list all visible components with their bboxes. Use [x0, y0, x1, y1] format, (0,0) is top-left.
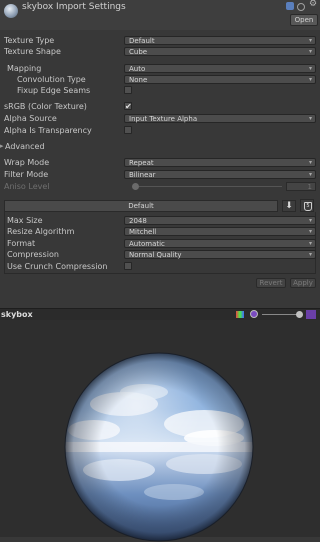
filter-mode-value: Bilinear — [129, 171, 156, 179]
chevron-down-icon: ▾ — [308, 65, 312, 72]
html5-icon: 5 — [304, 202, 312, 211]
texture-shape-value: Cube — [129, 48, 148, 56]
texture-type-dropdown[interactable]: Default ▾ — [124, 36, 316, 45]
resize-algorithm-value: Mitchell — [129, 228, 157, 236]
html5-platform-tab[interactable]: 5 — [300, 199, 314, 212]
inspector-title: skybox Import Settings — [22, 2, 126, 12]
chevron-down-icon: ▾ — [308, 171, 312, 178]
aniso-level-row: Aniso Level 1 — [0, 181, 320, 192]
texture-type-value: Default — [129, 37, 155, 45]
foldout-arrow-icon: ▸ — [0, 142, 4, 150]
preview-area[interactable] — [0, 320, 320, 542]
srgb-row: sRGB (Color Texture) ✔ — [0, 101, 320, 112]
alpha-channel-icon[interactable] — [250, 310, 258, 318]
srgb-checkbox[interactable]: ✔ — [124, 102, 132, 111]
chevron-down-icon: ▾ — [308, 240, 312, 247]
rgb-channel-icon[interactable] — [236, 311, 244, 318]
aniso-level-slider-handle — [132, 183, 139, 190]
platform-tab-label: Default — [128, 202, 154, 210]
advanced-label: Advanced — [5, 142, 45, 151]
compression-value: Normal Quality — [129, 251, 182, 259]
filter-mode-row: Filter Mode Bilinear ▾ — [0, 169, 320, 180]
alpha-source-row: Alpha Source Input Texture Alpha ▾ — [0, 113, 320, 124]
preview-toolbar: skybox — [0, 308, 320, 320]
max-size-value: 2048 — [129, 217, 147, 225]
texture-shape-dropdown[interactable]: Cube ▾ — [124, 47, 316, 56]
mip-level-slider-handle[interactable] — [296, 311, 303, 318]
max-size-row: Max Size 2048 ▾ — [0, 215, 320, 226]
fixup-edge-seams-label: Fixup Edge Seams — [17, 86, 91, 95]
apply-button[interactable]: Apply — [290, 278, 316, 288]
filter-mode-dropdown[interactable]: Bilinear ▾ — [124, 170, 316, 179]
chevron-down-icon: ▾ — [308, 159, 312, 166]
open-button[interactable]: Open — [290, 14, 318, 26]
skybox-sphere-preview — [64, 352, 254, 542]
compression-row: Compression Normal Quality ▾ — [0, 249, 320, 260]
help-icon[interactable] — [286, 2, 294, 10]
chevron-down-icon: ▾ — [308, 76, 312, 83]
mapping-dropdown[interactable]: Auto ▾ — [124, 64, 316, 73]
advanced-foldout[interactable]: ▸ Advanced — [0, 141, 320, 152]
resize-algorithm-dropdown[interactable]: Mitchell ▾ — [124, 227, 316, 236]
use-crunch-row: Use Crunch Compression — [0, 261, 320, 272]
aniso-level-slider-track — [136, 186, 282, 187]
chevron-down-icon: ▾ — [308, 251, 312, 258]
convolution-type-row: Convolution Type None ▾ — [0, 74, 320, 85]
platform-tab-default[interactable]: Default — [4, 200, 278, 212]
mapping-value: Auto — [129, 65, 146, 73]
format-dropdown[interactable]: Automatic ▾ — [124, 239, 316, 248]
wrap-mode-row: Wrap Mode Repeat ▾ — [0, 157, 320, 168]
compression-dropdown[interactable]: Normal Quality ▾ — [124, 250, 316, 259]
aniso-level-label: Aniso Level — [4, 182, 50, 191]
texture-type-row: Texture Type Default ▾ — [0, 35, 320, 46]
alpha-source-label: Alpha Source — [4, 114, 57, 123]
alpha-is-transparency-checkbox[interactable] — [124, 126, 132, 134]
inspector-header: skybox Import Settings ⚙ Open — [0, 0, 320, 30]
max-size-label: Max Size — [7, 216, 43, 225]
resize-algorithm-label: Resize Algorithm — [7, 227, 75, 236]
format-label: Format — [7, 239, 36, 248]
alpha-source-dropdown[interactable]: Input Texture Alpha ▾ — [124, 114, 316, 123]
convolution-type-label: Convolution Type — [17, 75, 86, 84]
filter-mode-label: Filter Mode — [4, 170, 49, 179]
preset-icon[interactable] — [297, 3, 305, 11]
fixup-edge-seams-checkbox[interactable] — [124, 86, 132, 94]
use-crunch-label: Use Crunch Compression — [7, 262, 108, 271]
alpha-is-transparency-label: Alpha Is Transparency — [4, 126, 92, 135]
texture-shape-row: Texture Shape Cube ▾ — [0, 46, 320, 57]
preview-title: skybox — [1, 310, 33, 319]
alpha-source-value: Input Texture Alpha — [129, 115, 198, 123]
chevron-down-icon: ▾ — [308, 228, 312, 235]
chevron-down-icon: ▾ — [308, 115, 312, 122]
format-row: Format Automatic ▾ — [0, 238, 320, 249]
wrap-mode-label: Wrap Mode — [4, 158, 50, 167]
chevron-down-icon: ▾ — [308, 48, 312, 55]
mip-map-icon[interactable] — [306, 310, 316, 319]
mapping-row: Mapping Auto ▾ — [0, 63, 320, 74]
resize-algorithm-row: Resize Algorithm Mitchell ▾ — [0, 226, 320, 237]
texture-asset-icon — [4, 4, 18, 18]
chevron-down-icon: ▾ — [308, 37, 312, 44]
wrap-mode-value: Repeat — [129, 159, 154, 167]
texture-type-label: Texture Type — [4, 36, 55, 45]
texture-import-inspector: skybox Import Settings ⚙ Open Texture Ty… — [0, 0, 320, 542]
compression-label: Compression — [7, 250, 59, 259]
use-crunch-checkbox[interactable] — [124, 262, 132, 270]
gear-icon[interactable]: ⚙ — [309, 0, 317, 9]
revert-button[interactable]: Revert — [256, 278, 286, 288]
texture-shape-label: Texture Shape — [4, 47, 61, 56]
format-value: Automatic — [129, 240, 165, 248]
mapping-label: Mapping — [7, 64, 42, 73]
fixup-edge-seams-row: Fixup Edge Seams — [0, 85, 320, 96]
convolution-type-dropdown[interactable]: None ▾ — [124, 75, 316, 84]
srgb-label: sRGB (Color Texture) — [4, 102, 87, 111]
convolution-type-value: None — [129, 76, 148, 84]
max-size-dropdown[interactable]: 2048 ▾ — [124, 216, 316, 225]
chevron-down-icon: ▾ — [308, 217, 312, 224]
aniso-level-field: 1 — [286, 182, 316, 191]
wrap-mode-dropdown[interactable]: Repeat ▾ — [124, 158, 316, 167]
alpha-is-transparency-row: Alpha Is Transparency — [0, 125, 320, 136]
download-icon[interactable]: ⬇ — [282, 200, 296, 212]
